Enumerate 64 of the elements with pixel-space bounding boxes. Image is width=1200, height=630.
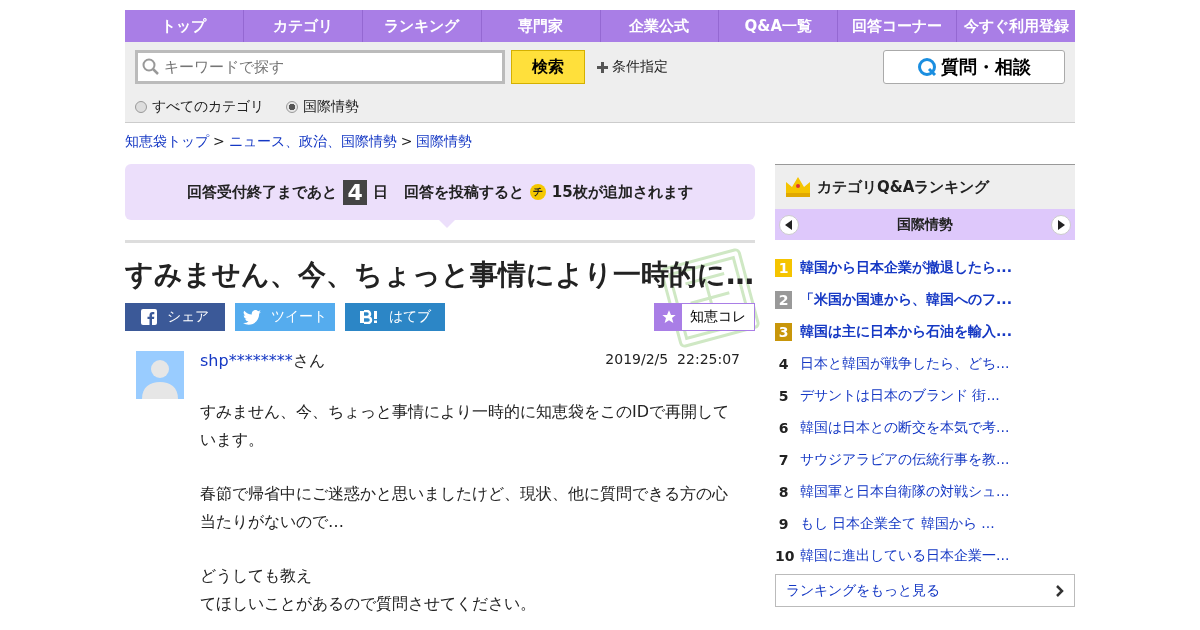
conditions-link[interactable]: 条件指定 — [597, 58, 668, 76]
rank-number: 3 — [775, 323, 792, 341]
facebook-icon — [141, 309, 157, 325]
search-icon — [142, 58, 160, 76]
ranking-link[interactable]: 「米国か国連から、韓国へのフ... — [800, 291, 1012, 309]
rank-number: 1 — [775, 259, 792, 277]
ranking-link[interactable]: 韓国軍と日本自衛隊の対戦シュ... — [800, 483, 1010, 501]
breadcrumb-link[interactable]: 国際情勢 — [416, 133, 473, 151]
rank-number: 4 — [777, 356, 790, 372]
question-text: 春節で帰省中にご迷惑かと思いましたけど、現状、他に質問できる方の心当たりがないので… — [200, 483, 729, 533]
notice-text: 回答を投稿すると — [403, 182, 524, 202]
ask-question-button[interactable]: 質問・相談 — [883, 50, 1065, 84]
rank-number: 6 — [777, 420, 790, 436]
question-text: すみません、今、ちょっと事情により一時的に知恵袋をこのIDで再開しています。 — [200, 401, 731, 451]
collect-button[interactable]: 知恵コレ — [654, 303, 755, 331]
question-text: どうしても教え — [200, 565, 313, 587]
question-title: すみません、今、ちょっと事情により一時的に… — [125, 257, 754, 293]
rank-number: 7 — [777, 452, 790, 468]
ranking-link[interactable]: 韓国から日本企業が撤退したら... — [800, 259, 1012, 277]
ranking-link[interactable]: 日本と韓国が戦争したら、どち... — [800, 355, 1010, 373]
coin-icon: チ — [529, 184, 546, 200]
post-date: 2019/2/5 22:25:07 — [605, 351, 740, 369]
ranking-link[interactable]: 韓国は日本との断交を本気で考... — [800, 419, 1010, 437]
q-icon — [917, 57, 937, 77]
next-button[interactable] — [1051, 214, 1071, 235]
hatena-icon — [359, 310, 379, 324]
category-radio[interactable]: すべてのカテゴリ — [135, 98, 264, 116]
share-button[interactable]: はてブ — [345, 303, 445, 331]
breadcrumb-link[interactable]: ニュース、政治、国際情勢 — [228, 133, 397, 151]
rank-number: 9 — [777, 516, 790, 532]
question-text: てほしいことがあるので質問させてください。 — [200, 593, 537, 615]
search-field[interactable]: キーワードで探す — [135, 50, 505, 84]
ranking-category: 国際情勢 — [897, 215, 953, 234]
honorific: さん — [292, 351, 325, 370]
crown-icon — [785, 176, 811, 198]
ranking-link[interactable]: デサントは日本のブランド 街... — [800, 387, 1000, 405]
share-button[interactable]: シェア — [125, 303, 225, 331]
ranking-link[interactable]: 韓国は主に日本から石油を輸入... — [800, 323, 1012, 341]
ranking-title: カテゴリQ&Aランキング — [817, 177, 990, 197]
breadcrumb-link[interactable]: 知恵袋トップ — [125, 133, 209, 151]
ranking-link[interactable]: もし 日本企業全て 韓国から ... — [800, 515, 995, 533]
rank-number: 5 — [777, 388, 790, 404]
previous-button[interactable] — [779, 214, 799, 235]
notice-text: 15枚が追加されます — [551, 182, 693, 202]
rank-number: 2 — [775, 291, 792, 309]
breadcrumb-separator: > — [400, 133, 413, 151]
rank-number: 10 — [775, 548, 792, 564]
avatar-icon — [136, 351, 184, 399]
search-button[interactable]: 検索 — [511, 50, 585, 84]
notice-text: 日 — [372, 182, 388, 202]
right-triangle-icon — [1057, 219, 1065, 230]
rank-number: 8 — [777, 484, 790, 500]
left-triangle-icon — [785, 219, 793, 230]
days-count: 4 — [343, 179, 367, 205]
ranking-link[interactable]: 韓国に進出している日本企業一... — [800, 547, 1010, 565]
more-ranking-link[interactable]: ランキングをもっと見る — [775, 574, 1075, 607]
user-link[interactable]: shp******** — [200, 351, 293, 370]
chevron-icon — [1056, 584, 1064, 597]
category-radio[interactable]: 国際情勢 — [286, 98, 359, 116]
breadcrumb-separator: > — [213, 133, 225, 151]
ranking-link[interactable]: サウジアラビアの伝統行事を教... — [800, 451, 1010, 469]
notice-text: 回答受付終了まであと — [187, 182, 338, 202]
bird-icon — [243, 309, 261, 325]
plus-icon — [597, 61, 608, 73]
